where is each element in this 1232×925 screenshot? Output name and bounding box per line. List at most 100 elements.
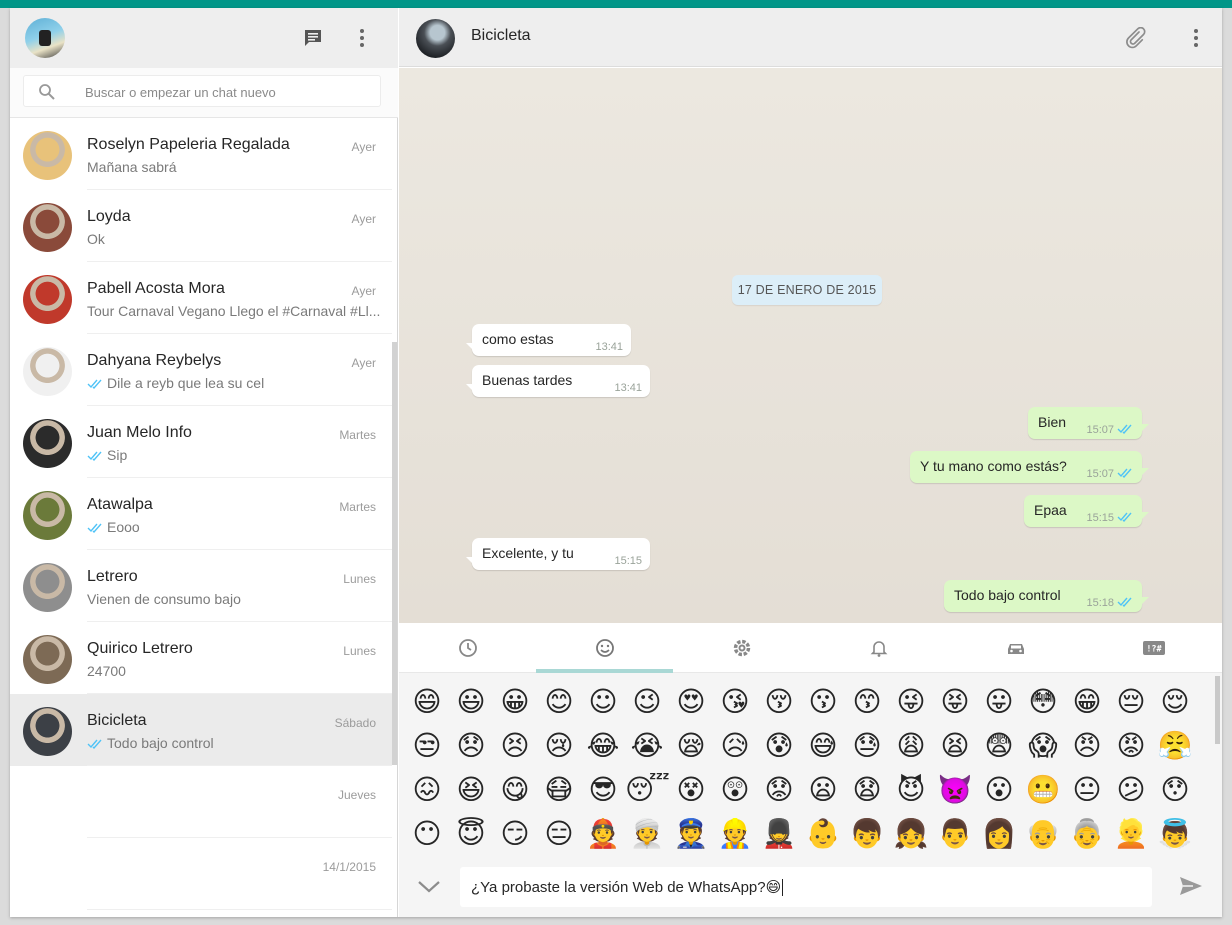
emoji-button[interactable]: 😅 — [801, 724, 845, 768]
emoji-button[interactable]: 😲 — [713, 768, 757, 812]
emoji-button[interactable]: 😋 — [493, 768, 537, 812]
outgoing-message[interactable]: Y tu mano como estás? 15:07 — [910, 451, 1149, 483]
emoji-button[interactable]: 😏 — [493, 812, 537, 856]
emoji-button[interactable]: 👶 — [801, 812, 845, 856]
emoji-button[interactable]: 😗 — [801, 680, 845, 724]
search-input[interactable] — [85, 82, 365, 102]
emoji-button[interactable]: 😀 — [493, 680, 537, 724]
emoji-button[interactable]: 😎 — [581, 768, 625, 812]
emoji-button[interactable]: 😇 — [449, 812, 493, 856]
emoji-button[interactable]: 😞 — [449, 724, 493, 768]
outgoing-message[interactable]: Todo bajo control 15:18 — [944, 580, 1149, 612]
chat-item[interactable]: Roselyn Papeleria Regalada Ayer Mañana sab… — [10, 118, 392, 190]
emoji-button[interactable]: 😡 — [1109, 724, 1153, 768]
emoji-button[interactable]: 👱 — [1109, 812, 1153, 856]
emoji-button[interactable]: 😟 — [757, 768, 801, 812]
emoji-button[interactable]: 😖 — [405, 768, 449, 812]
emoji-button[interactable]: 😑 — [537, 812, 581, 856]
emoji-button[interactable]: 😨 — [977, 724, 1021, 768]
emoji-button[interactable]: 😄 — [405, 680, 449, 724]
emoji-button[interactable]: 😠 — [1065, 724, 1109, 768]
chat-item[interactable]: Dahyana Reybelys Ayer Dile a reyb que lea … — [10, 334, 392, 406]
emoji-button[interactable]: 😚 — [757, 680, 801, 724]
emoji-button[interactable]: 💂 — [757, 812, 801, 856]
emoji-button[interactable]: 😣 — [493, 724, 537, 768]
chat-item[interactable]: Jueves — [10, 766, 392, 838]
emoji-button[interactable]: 👮 — [669, 812, 713, 856]
emoji-button[interactable]: 😢 — [537, 724, 581, 768]
emoji-tab-symbols[interactable]: !?# — [1085, 623, 1222, 673]
emoji-tab-bell[interactable] — [811, 623, 948, 673]
emoji-button[interactable]: 😊 — [537, 680, 581, 724]
emoji-button[interactable]: 😷 — [537, 768, 581, 812]
emoji-button[interactable]: 👲 — [581, 812, 625, 856]
chat-item[interactable]: Loyda Ayer Ok — [10, 190, 392, 262]
emoji-button[interactable]: 😔 — [1109, 680, 1153, 724]
emoji-scrollbar[interactable] — [1215, 676, 1220, 744]
emoji-button[interactable]: 😤 — [1153, 724, 1197, 768]
emoji-button[interactable]: 😧 — [845, 768, 889, 812]
emoji-button[interactable]: 😯 — [1153, 768, 1197, 812]
emoji-button[interactable]: 😓 — [845, 724, 889, 768]
emoji-button[interactable]: 👳 — [625, 812, 669, 856]
emoji-button[interactable]: 😰 — [757, 724, 801, 768]
emoji-button[interactable]: 👿 — [933, 768, 977, 812]
emoji-button[interactable]: 😬 — [1021, 768, 1065, 812]
emoji-button[interactable]: 😪 — [669, 724, 713, 768]
incoming-message[interactable]: Excelente, y tu 15:15 — [466, 538, 650, 570]
contact-avatar[interactable] — [416, 19, 455, 58]
emoji-button[interactable]: 😜 — [889, 680, 933, 724]
emoji-button[interactable]: 👩 — [977, 812, 1021, 856]
emoji-tab-gear[interactable] — [673, 623, 810, 673]
chat-list-scrollbar[interactable] — [392, 342, 397, 765]
outgoing-message[interactable]: Epaa 15:15 — [1024, 495, 1149, 527]
conversation-menu-icon[interactable] — [1184, 26, 1208, 50]
paperclip-icon[interactable] — [1123, 26, 1147, 50]
contact-name[interactable]: Bicicleta — [471, 27, 531, 45]
emoji-button[interactable]: 😵 — [669, 768, 713, 812]
chat-item[interactable]: Quirico Letrero Lunes 24700 — [10, 622, 392, 694]
emoji-button[interactable]: 😱 — [1021, 724, 1065, 768]
emoji-tab-car[interactable] — [948, 623, 1085, 673]
emoji-button[interactable]: 👵 — [1065, 812, 1109, 856]
emoji-button[interactable]: 👷 — [713, 812, 757, 856]
chevron-down-icon[interactable] — [417, 875, 441, 899]
emoji-button[interactable]: 😙 — [845, 680, 889, 724]
emoji-button[interactable]: 😆 — [449, 768, 493, 812]
emoji-button[interactable]: 😂 — [581, 724, 625, 768]
emoji-button[interactable]: 👦 — [845, 812, 889, 856]
send-icon[interactable] — [1178, 874, 1204, 898]
chat-item[interactable]: 14/1/2015 — [10, 838, 392, 910]
outgoing-message[interactable]: Bien 15:07 — [1028, 407, 1149, 439]
emoji-button[interactable]: 😛 — [977, 680, 1021, 724]
emoji-button[interactable]: 👼 — [1153, 812, 1197, 856]
emoji-button[interactable]: 😁 — [1065, 680, 1109, 724]
emoji-button[interactable]: 😮 — [977, 768, 1021, 812]
emoji-button[interactable]: 😘 — [713, 680, 757, 724]
emoji-button[interactable]: 😭 — [625, 724, 669, 768]
emoji-button[interactable]: 😈 — [889, 768, 933, 812]
emoji-button[interactable]: 😕 — [1109, 768, 1153, 812]
incoming-message[interactable]: como estas 13:41 — [466, 324, 631, 356]
emoji-button[interactable]: 😉 — [625, 680, 669, 724]
emoji-button[interactable]: 😶 — [405, 812, 449, 856]
menu-icon[interactable] — [350, 26, 374, 50]
chat-item[interactable]: Bicicleta Sábado Todo bajo control — [10, 694, 392, 766]
chat-item[interactable]: Letrero Lunes Vienen de consumo bajo — [10, 550, 392, 622]
emoji-button[interactable]: 😩 — [889, 724, 933, 768]
emoji-button[interactable]: 😒 — [405, 724, 449, 768]
emoji-tab-smiley[interactable] — [536, 623, 674, 673]
emoji-button[interactable]: 😌 — [1153, 680, 1197, 724]
emoji-button[interactable]: 👨 — [933, 812, 977, 856]
emoji-button[interactable]: ☺ — [581, 680, 625, 724]
emoji-button[interactable]: 😳 — [1021, 680, 1065, 724]
emoji-button[interactable]: 😍 — [669, 680, 713, 724]
emoji-tab-recent[interactable] — [399, 623, 536, 673]
incoming-message[interactable]: Buenas tardes 13:41 — [466, 365, 650, 397]
emoji-button[interactable]: 😐 — [1065, 768, 1109, 812]
emoji-button[interactable]: 😴 — [625, 768, 670, 812]
emoji-button[interactable]: 😝 — [933, 680, 977, 724]
emoji-button[interactable]: 😥 — [713, 724, 757, 768]
emoji-button[interactable]: 😃 — [449, 680, 493, 724]
chat-item[interactable]: Juan Melo Info Martes Sip — [10, 406, 392, 478]
